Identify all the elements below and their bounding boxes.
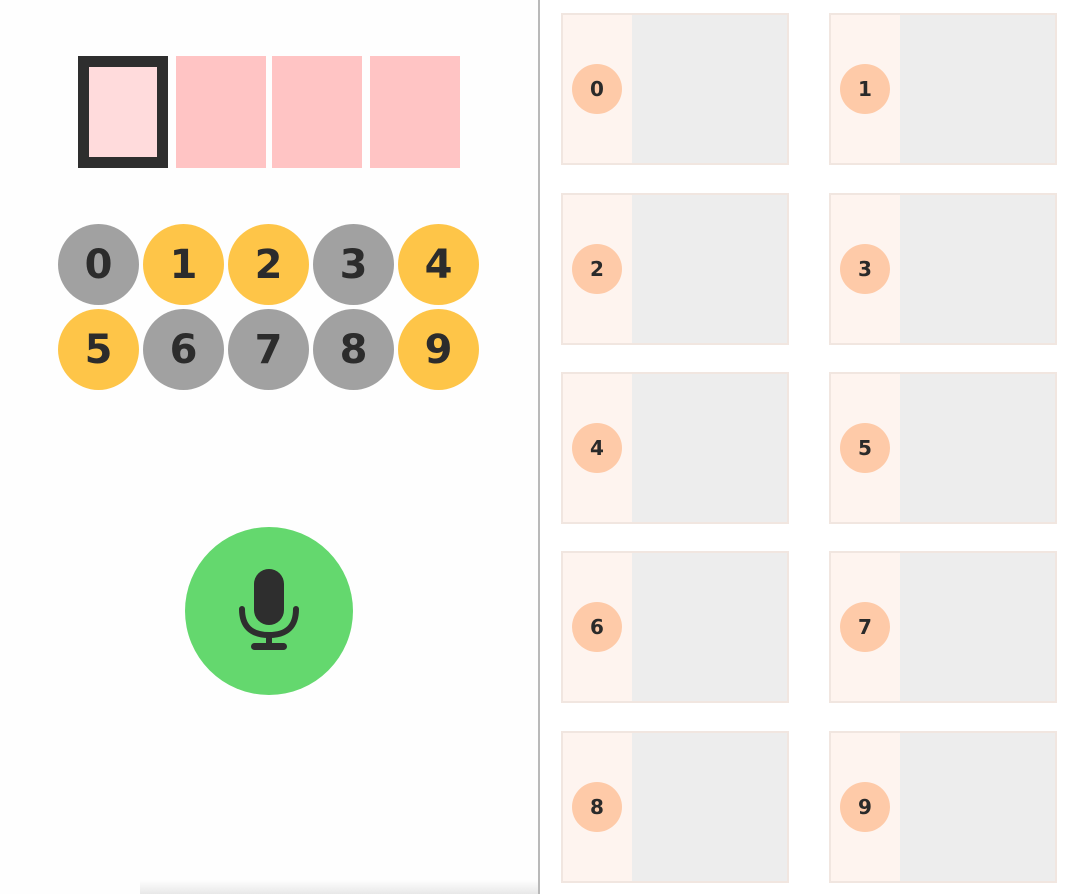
audio-card-1[interactable]: 1 — [829, 13, 1057, 165]
digit-button-9[interactable]: 9 — [398, 309, 479, 390]
card-waveform — [900, 374, 1055, 522]
code-slot-4[interactable] — [370, 56, 460, 168]
digit-button-0[interactable]: 0 — [58, 224, 139, 305]
card-badge: 1 — [840, 64, 890, 114]
bottom-shade — [140, 880, 538, 894]
card-waveform — [632, 733, 787, 881]
audio-card-7[interactable]: 7 — [829, 551, 1057, 703]
code-slot-3[interactable] — [272, 56, 362, 168]
audio-card-9[interactable]: 9 — [829, 731, 1057, 883]
digit-button-5[interactable]: 5 — [58, 309, 139, 390]
digit-button-8[interactable]: 8 — [313, 309, 394, 390]
audio-card-0[interactable]: 0 — [561, 13, 789, 165]
left-panel: 0 1 2 3 4 5 6 7 8 9 — [0, 0, 538, 894]
audio-card-2[interactable]: 2 — [561, 193, 789, 345]
card-badge: 3 — [840, 244, 890, 294]
code-slot-2[interactable] — [176, 56, 266, 168]
card-badge: 9 — [840, 782, 890, 832]
digit-button-1[interactable]: 1 — [143, 224, 224, 305]
card-badge: 0 — [572, 64, 622, 114]
card-badge: 2 — [572, 244, 622, 294]
app: 0 1 2 3 4 5 6 7 8 9 0 1 2 3 4 5 6 7 8 9 — [0, 0, 1080, 894]
card-waveform — [632, 15, 787, 163]
card-badge: 4 — [572, 423, 622, 473]
card-waveform — [900, 733, 1055, 881]
card-waveform — [900, 15, 1055, 163]
audio-card-4[interactable]: 4 — [561, 372, 789, 524]
digit-button-6[interactable]: 6 — [143, 309, 224, 390]
audio-card-8[interactable]: 8 — [561, 731, 789, 883]
digit-button-2[interactable]: 2 — [228, 224, 309, 305]
digit-button-4[interactable]: 4 — [398, 224, 479, 305]
digit-button-7[interactable]: 7 — [228, 309, 309, 390]
card-badge: 6 — [572, 602, 622, 652]
audio-card-5[interactable]: 5 — [829, 372, 1057, 524]
card-waveform — [632, 553, 787, 701]
audio-card-3[interactable]: 3 — [829, 193, 1057, 345]
card-waveform — [900, 553, 1055, 701]
card-badge: 5 — [840, 423, 890, 473]
code-slot-1[interactable] — [78, 56, 168, 168]
card-badge: 7 — [840, 602, 890, 652]
digit-button-3[interactable]: 3 — [313, 224, 394, 305]
card-waveform — [632, 195, 787, 343]
microphone-icon — [239, 569, 299, 650]
right-panel: 0 1 2 3 4 5 6 7 8 9 — [540, 0, 1080, 894]
card-badge: 8 — [572, 782, 622, 832]
card-waveform — [632, 374, 787, 522]
audio-card-6[interactable]: 6 — [561, 551, 789, 703]
card-waveform — [900, 195, 1055, 343]
microphone-button[interactable] — [185, 527, 353, 695]
